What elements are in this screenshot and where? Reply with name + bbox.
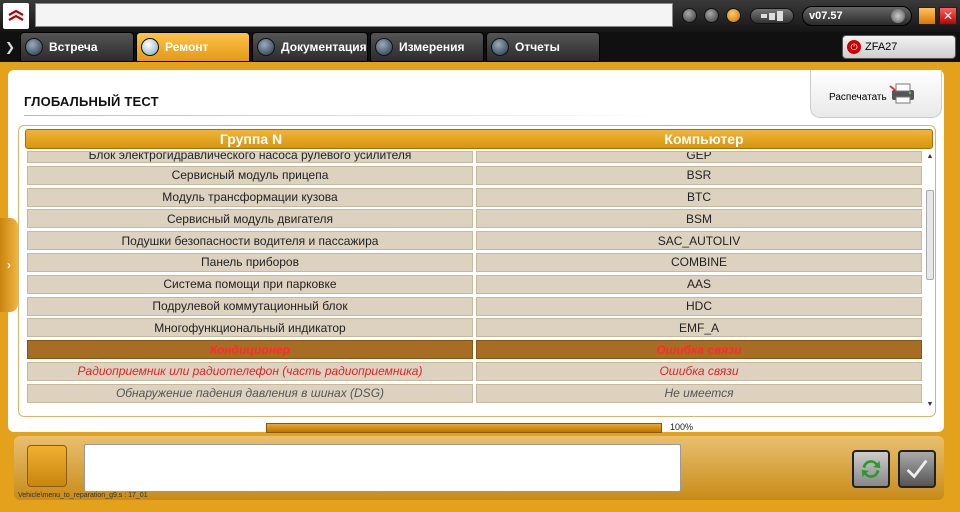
scroll-thumb[interactable] bbox=[926, 190, 934, 280]
bottom-panel bbox=[14, 436, 944, 500]
magnifier-icon bbox=[141, 38, 159, 56]
cell-group: Радиоприемник или радиотелефон (часть ра… bbox=[27, 361, 473, 381]
home-icon[interactable] bbox=[704, 8, 719, 23]
back-icon[interactable] bbox=[682, 8, 697, 23]
table-row[interactable]: Кондиционер Ошибка связи bbox=[27, 340, 923, 360]
gauge-icon bbox=[891, 9, 905, 23]
cell-computer: SAC_AUTOLIV bbox=[476, 231, 922, 251]
tab-label: Ремонт bbox=[165, 40, 209, 54]
tab-label: Измерения bbox=[399, 40, 465, 54]
vin-text: ZFA27 bbox=[865, 41, 898, 53]
table-row[interactable]: Панель приборов COMBINE bbox=[27, 252, 923, 272]
cell-group: Сервисный модуль прицепа bbox=[27, 165, 473, 185]
top-bar: v07.57 ✕ bbox=[0, 0, 960, 32]
connection-status-icon bbox=[750, 8, 794, 24]
cell-group: Подрулевой коммутационный блок bbox=[27, 296, 473, 316]
table-row[interactable]: Радиоприемник или радиотелефон (часть ра… bbox=[27, 361, 923, 381]
scroll-down-icon[interactable]: ▼ bbox=[925, 400, 935, 410]
waveform-icon bbox=[375, 38, 393, 56]
menu-square-button[interactable] bbox=[27, 445, 67, 487]
table-body: Блок электрогидравлического насоса рулев… bbox=[27, 151, 923, 411]
email-icon[interactable] bbox=[726, 8, 741, 23]
tab-label: Отчеты bbox=[515, 40, 560, 54]
progress-bar bbox=[266, 423, 662, 433]
table-row[interactable]: Обнаружение падения давления в шинах (DS… bbox=[27, 383, 923, 403]
print-button[interactable]: Распечатать bbox=[810, 70, 942, 118]
message-area bbox=[84, 444, 681, 492]
power-icon: ⏻ bbox=[847, 40, 861, 54]
cell-group: Подушки безопасности водителя и пассажир… bbox=[27, 231, 473, 251]
table-row[interactable]: Подрулевой коммутационный блок HDC bbox=[27, 296, 923, 316]
cell-group: Модуль трансформации кузова bbox=[27, 187, 473, 207]
cell-computer: Не имеется bbox=[476, 383, 922, 403]
status-path: Vehicle\menu_to_reparation_g9.s : 17_01 bbox=[18, 492, 148, 499]
vehicle-vin-button[interactable]: ⏻ ZFA27 bbox=[842, 35, 956, 59]
results-table: Группа N Компьютер Блок электрогидравлич… bbox=[18, 125, 936, 417]
tab-izmereniya[interactable]: Измерения bbox=[370, 32, 484, 62]
confirm-button[interactable] bbox=[898, 450, 936, 488]
table-row[interactable]: Многофункциональный индикатор EMF_A bbox=[27, 318, 923, 338]
scroll-up-icon[interactable]: ▲ bbox=[925, 152, 935, 162]
cell-computer: Ошибка связи bbox=[476, 340, 922, 360]
cell-computer: Ошибка связи bbox=[476, 361, 922, 381]
handshake-icon bbox=[25, 38, 43, 56]
printer-icon bbox=[889, 83, 914, 104]
cell-computer: AAS bbox=[476, 274, 922, 294]
cell-computer: COMBINE bbox=[476, 252, 922, 272]
cell-group: Сервисный модуль двигателя bbox=[27, 209, 473, 229]
table-row[interactable]: Модуль трансформации кузова BTC bbox=[27, 187, 923, 207]
tab-vstrecha[interactable]: Встреча bbox=[20, 32, 134, 62]
cell-computer: HDC bbox=[476, 296, 922, 316]
cell-group: Панель приборов bbox=[27, 252, 473, 272]
cell-computer: GEP bbox=[476, 151, 922, 163]
checkmark-icon bbox=[906, 459, 928, 479]
brand-logo bbox=[3, 3, 29, 29]
cell-computer: BTC bbox=[476, 187, 922, 207]
tab-otchety[interactable]: Отчеты bbox=[486, 32, 600, 62]
table-row[interactable]: Сервисный модуль прицепа BSR bbox=[27, 165, 923, 185]
table-row[interactable]: Сервисный модуль двигателя BSM bbox=[27, 209, 923, 229]
column-header-computer: Компьютер bbox=[664, 131, 744, 147]
cell-group: Кондиционер bbox=[27, 340, 473, 360]
table-row[interactable]: Блок электрогидравлического насоса рулев… bbox=[27, 151, 923, 163]
column-header-group: Группа N bbox=[219, 131, 283, 147]
tab-label: Встреча bbox=[49, 40, 98, 54]
address-field[interactable] bbox=[35, 3, 673, 27]
cell-group: Обнаружение падения давления в шинах (DS… bbox=[27, 383, 473, 403]
chevron-down-icon[interactable]: ❯ bbox=[2, 36, 18, 58]
tab-remont[interactable]: Ремонт bbox=[136, 32, 250, 62]
cell-group: Многофункциональный индикатор bbox=[27, 318, 473, 338]
progress-fill bbox=[267, 424, 661, 432]
version-badge: v07.57 bbox=[802, 6, 912, 26]
cell-group: Система помощи при парковке bbox=[27, 274, 473, 294]
version-text: v07.57 bbox=[809, 10, 843, 22]
side-panel-toggle[interactable]: › bbox=[0, 218, 18, 312]
content-panel: ГЛОБАЛЬНЫЙ ТЕСТ Распечатать Группа N Ком… bbox=[8, 70, 944, 432]
table-header: Группа N Компьютер bbox=[25, 129, 933, 149]
table-scrollbar[interactable]: ▲ ▼ bbox=[925, 152, 935, 410]
refresh-button[interactable] bbox=[852, 450, 890, 488]
title-divider bbox=[24, 115, 664, 116]
cell-computer: EMF_A bbox=[476, 318, 922, 338]
page-title: ГЛОБАЛЬНЫЙ ТЕСТ bbox=[24, 94, 159, 109]
cell-group: Блок электрогидравлического насоса рулев… bbox=[27, 151, 473, 163]
table-row[interactable]: Подушки безопасности водителя и пассажир… bbox=[27, 231, 923, 251]
tab-bar: ❯ Встреча Ремонт Документация Измерения … bbox=[0, 32, 960, 62]
table-row[interactable]: Система помощи при парковке AAS bbox=[27, 274, 923, 294]
close-button[interactable]: ✕ bbox=[939, 7, 957, 25]
print-label: Распечатать bbox=[829, 92, 887, 103]
tab-label: Документация bbox=[281, 40, 367, 54]
tab-dokumentatsiya[interactable]: Документация bbox=[252, 32, 368, 62]
cell-computer: BSM bbox=[476, 209, 922, 229]
cell-computer: BSR bbox=[476, 165, 922, 185]
progress-label: 100% bbox=[670, 422, 694, 432]
book-icon bbox=[257, 38, 275, 56]
refresh-icon bbox=[861, 460, 881, 478]
minimize-button[interactable] bbox=[918, 7, 936, 25]
chevron-right-icon: › bbox=[7, 258, 11, 272]
report-icon bbox=[491, 38, 509, 56]
